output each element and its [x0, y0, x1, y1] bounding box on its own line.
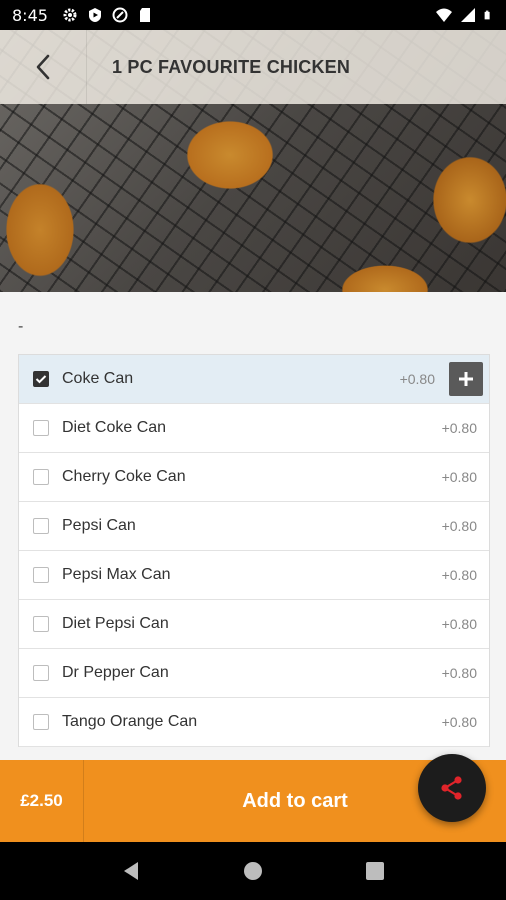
option-price: +0.80	[441, 420, 477, 436]
option-row[interactable]: Pepsi Can +0.80	[19, 502, 489, 551]
vpn-icon	[112, 7, 128, 23]
checkbox[interactable]	[33, 420, 49, 436]
section-label: -	[18, 318, 24, 335]
status-icons-right	[436, 7, 494, 23]
gear-icon	[63, 8, 77, 22]
sd-card-icon	[139, 8, 150, 22]
signal-icon	[461, 8, 475, 22]
option-label: Coke Can	[62, 370, 134, 387]
option-row[interactable]: Tango Orange Can +0.80	[19, 698, 489, 747]
option-price: +0.80	[399, 371, 435, 387]
drink-options-list: Coke Can +0.80 Diet Coke Can +0.80 Cherr…	[18, 354, 490, 747]
play-protect-icon	[88, 8, 101, 22]
option-label: Dr Pepper Can	[62, 664, 169, 681]
option-price: +0.80	[441, 616, 477, 632]
option-row[interactable]: Dr Pepper Can +0.80	[19, 649, 489, 698]
share-button[interactable]	[418, 754, 486, 822]
checkbox[interactable]	[33, 371, 49, 387]
option-label: Cherry Coke Can	[62, 468, 186, 485]
option-row[interactable]: Diet Pepsi Can +0.80	[19, 600, 489, 649]
page-title: 1 PC FAVOURITE CHICKEN	[112, 57, 351, 77]
option-label: Diet Pepsi Can	[62, 615, 169, 632]
nav-back-icon[interactable]	[121, 860, 141, 882]
header-bar: 1 PC FAVOURITE CHICKEN	[0, 30, 506, 104]
option-label: Pepsi Can	[62, 517, 136, 534]
checkbox[interactable]	[33, 665, 49, 681]
option-row[interactable]: Cherry Coke Can +0.80	[19, 453, 489, 502]
option-label: Diet Coke Can	[62, 419, 167, 436]
option-row[interactable]: Diet Coke Can +0.80	[19, 404, 489, 453]
chevron-left-icon	[36, 54, 50, 80]
checkbox[interactable]	[33, 616, 49, 632]
check-icon	[35, 375, 47, 384]
status-bar: 8:45	[0, 0, 506, 30]
option-price: +0.80	[441, 518, 477, 534]
option-price: +0.80	[441, 665, 477, 681]
wifi-icon	[436, 8, 452, 22]
option-label: Pepsi Max Can	[62, 566, 171, 583]
option-price: +0.80	[441, 469, 477, 485]
checkbox[interactable]	[33, 567, 49, 583]
system-nav-bar	[0, 842, 506, 900]
status-icons-left	[62, 7, 153, 23]
nav-home-icon[interactable]	[243, 861, 263, 881]
battery-icon	[484, 10, 490, 20]
checkbox[interactable]	[33, 714, 49, 730]
cart-total: £2.50	[0, 760, 84, 842]
option-row[interactable]: Coke Can +0.80	[19, 355, 489, 404]
option-price: +0.80	[441, 567, 477, 583]
product-image: 1 PC FAVOURITE CHICKEN	[0, 30, 506, 292]
plus-icon	[459, 372, 473, 386]
option-price: +0.80	[441, 714, 477, 730]
status-time: 8:45	[12, 5, 48, 25]
option-row[interactable]: Pepsi Max Can +0.80	[19, 551, 489, 600]
checkbox[interactable]	[33, 518, 49, 534]
nav-recents-icon[interactable]	[365, 861, 385, 881]
add-quantity-button[interactable]	[449, 362, 483, 396]
back-button[interactable]	[0, 30, 87, 104]
share-icon	[441, 776, 462, 800]
checkbox[interactable]	[33, 469, 49, 485]
option-label: Tango Orange Can	[62, 713, 198, 730]
